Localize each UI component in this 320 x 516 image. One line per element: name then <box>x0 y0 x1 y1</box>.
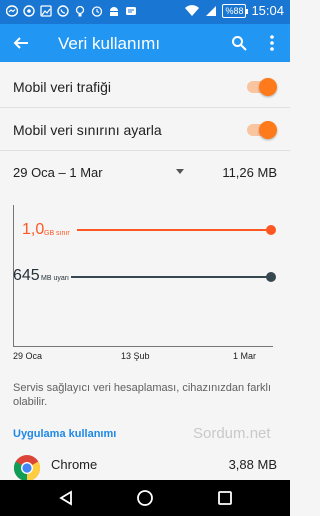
search-icon <box>232 36 247 51</box>
more-options-button[interactable] <box>262 30 282 56</box>
data-limit-row[interactable]: Mobil veri sınırını ayarla <box>0 109 290 151</box>
mobile-data-label: Mobil veri trafiği <box>13 79 112 95</box>
navigation-bar <box>0 480 290 516</box>
page-title: Veri kullanımı <box>58 34 161 53</box>
clock: 15:04 <box>251 3 284 18</box>
image-icon <box>40 5 52 17</box>
nav-back-button[interactable] <box>54 486 78 510</box>
cycle-usage: 11,26 MB <box>222 165 277 180</box>
cycle-range: 29 Oca – 1 Mar <box>13 165 103 180</box>
status-right: %88 15:04 <box>184 3 284 18</box>
app-bar: Veri kullanımı <box>0 24 290 62</box>
limit-value: 1,0 <box>22 221 45 238</box>
search-button[interactable] <box>226 30 252 56</box>
warning-value: 645 <box>13 267 40 284</box>
dropdown-arrow-icon[interactable] <box>176 169 184 174</box>
x-tick-label: 29 Oca <box>13 351 43 361</box>
warning-line <box>71 276 271 278</box>
nav-back-icon <box>59 490 72 506</box>
notification-icons <box>6 4 137 18</box>
warning-unit: MB uyarı <box>41 275 70 282</box>
battery-indicator: %88 <box>222 3 249 18</box>
photo-icon <box>23 5 35 17</box>
warning-handle[interactable] <box>266 272 276 282</box>
signal-icon <box>206 5 217 16</box>
nav-recents-icon <box>218 491 232 505</box>
more-vert-icon <box>270 35 274 51</box>
toggle-thumb <box>259 78 277 96</box>
status-bar: %88 15:04 <box>0 0 290 24</box>
chart-x-axis <box>13 346 273 347</box>
whatsapp-icon <box>57 5 69 17</box>
app-name: Chrome <box>51 457 98 472</box>
data-limit-label: Mobil veri sınırını ayarla <box>13 122 162 138</box>
watermark: Sordum.net <box>193 425 271 442</box>
app-usage-header: Uygulama kullanımı <box>13 428 117 440</box>
android-icon <box>110 7 118 16</box>
lightbulb-icon <box>75 5 85 17</box>
x-tick-label: 1 Mar <box>233 351 257 361</box>
billing-cycle-row[interactable]: 29 Oca – 1 Mar 11,26 MB <box>0 152 290 192</box>
toggle-thumb <box>259 121 277 139</box>
usage-chart: 1,0 GB sınır 645 MB uyarı 29 Oca 13 Şub … <box>0 200 290 365</box>
alarm-icon <box>91 6 103 17</box>
mobile-data-toggle[interactable] <box>247 78 277 96</box>
carrier-note: Servis sağlayıcı veri hesaplaması, cihaz… <box>13 382 272 408</box>
app-usage: 3,88 MB <box>228 457 277 472</box>
nav-recents-button[interactable] <box>213 486 237 510</box>
limit-handle[interactable] <box>266 225 276 235</box>
limit-line <box>77 229 271 231</box>
nav-home-button[interactable] <box>133 486 157 510</box>
messages-icon <box>126 7 136 15</box>
back-button[interactable] <box>8 30 34 56</box>
wifi-icon <box>185 4 200 16</box>
chrome-icon <box>13 455 41 482</box>
mobile-data-row[interactable]: Mobil veri trafiği <box>0 66 290 108</box>
arrow-back-icon <box>13 37 28 49</box>
x-tick-label: 13 Şub <box>121 351 150 361</box>
messenger-icon <box>6 5 18 17</box>
nav-home-icon <box>137 490 153 506</box>
limit-unit: GB sınır <box>44 230 70 237</box>
data-limit-toggle[interactable] <box>247 121 277 139</box>
app-usage-row[interactable]: Chrome 3,88 MB <box>0 448 290 482</box>
